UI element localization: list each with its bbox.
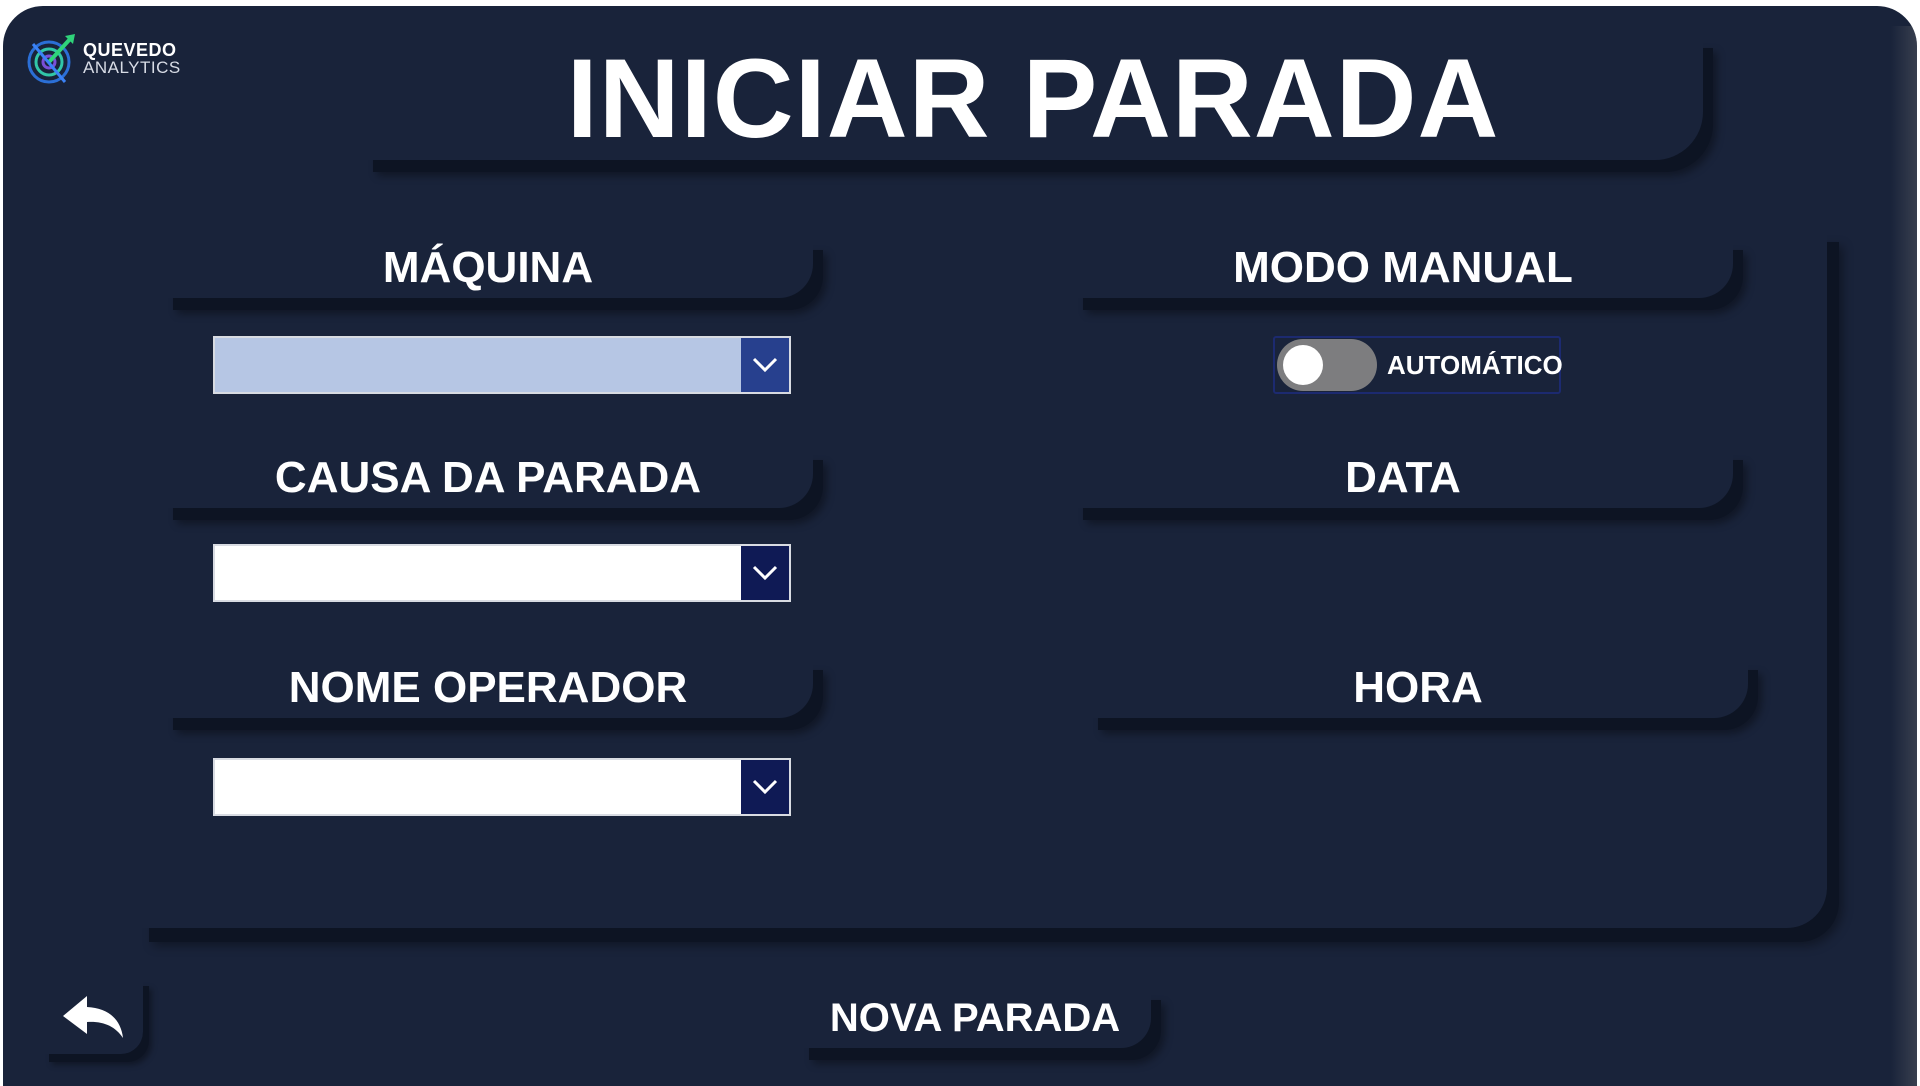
chevron-down-icon bbox=[752, 565, 778, 581]
time-value bbox=[1203, 756, 1603, 806]
operator-name-dropdown[interactable] bbox=[213, 758, 791, 816]
page-title: INICIAR PARADA bbox=[363, 36, 1703, 161]
operator-name-dropdown-button[interactable] bbox=[741, 760, 789, 814]
window-edge-shadow bbox=[1891, 26, 1917, 1086]
new-stop-button[interactable]: NOVA PARADA bbox=[799, 988, 1151, 1048]
machine-dropdown[interactable] bbox=[213, 336, 791, 394]
mode-toggle-switch[interactable] bbox=[1277, 339, 1377, 391]
machine-dropdown-value[interactable] bbox=[215, 338, 741, 392]
back-arrow-icon bbox=[63, 996, 123, 1038]
machine-label: MÁQUINA bbox=[163, 238, 813, 298]
time-label: HORA bbox=[1088, 658, 1748, 718]
stop-cause-dropdown-button[interactable] bbox=[741, 546, 789, 600]
stop-cause-label: CAUSA DA PARADA bbox=[163, 448, 813, 508]
operator-name-label: NOME OPERADOR bbox=[163, 658, 813, 718]
logo-subtitle: ANALYTICS bbox=[83, 58, 181, 77]
date-label: DATA bbox=[1073, 448, 1733, 508]
logo-name: QUEVEDO bbox=[83, 40, 177, 60]
chevron-down-icon bbox=[752, 357, 778, 373]
toggle-knob bbox=[1283, 345, 1323, 385]
manual-mode-label: MODO MANUAL bbox=[1073, 238, 1733, 298]
mode-toggle-label: AUTOMÁTICO bbox=[1387, 349, 1563, 380]
stop-cause-dropdown[interactable] bbox=[213, 544, 791, 602]
date-value bbox=[1203, 546, 1603, 596]
company-logo: QUEVEDO ANALYTICS bbox=[25, 32, 181, 86]
stop-cause-dropdown-value[interactable] bbox=[215, 546, 741, 600]
chevron-down-icon bbox=[752, 779, 778, 795]
machine-dropdown-button[interactable] bbox=[741, 338, 789, 392]
operator-name-dropdown-value[interactable] bbox=[215, 760, 741, 814]
app-window: QUEVEDO ANALYTICS INICIAR PARADA MÁQUINA… bbox=[3, 6, 1917, 1086]
quevedo-logo-icon bbox=[27, 34, 75, 84]
back-button[interactable] bbox=[43, 978, 143, 1054]
mode-toggle-control[interactable]: AUTOMÁTICO bbox=[1273, 336, 1563, 394]
